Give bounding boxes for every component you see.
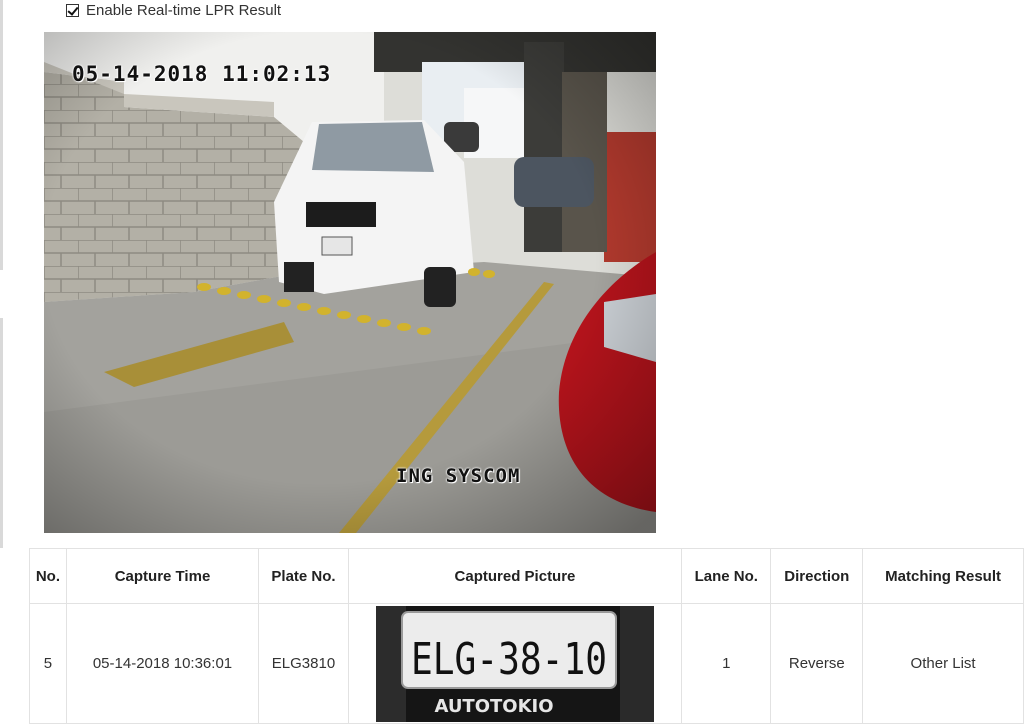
captured-plate-image[interactable]: ELG-38-10 AUTOTOKIO xyxy=(375,605,654,722)
cell-capture-time: 05-14-2018 10:36:01 xyxy=(65,603,260,724)
realtime-lpr-toggle[interactable]: Enable Real-time LPR Result xyxy=(66,1,281,19)
live-video-view[interactable]: 05-14-2018 11:02:13 ING SYSCOM xyxy=(44,32,656,533)
table-header-row: No. Capture Time Plate No. Captured Pict… xyxy=(29,548,1024,604)
column-header-matching-result: Matching Result xyxy=(862,548,1024,604)
camera-scene xyxy=(44,32,656,533)
cell-plate-no: ELG3810 xyxy=(258,603,349,724)
realtime-lpr-checkbox[interactable] xyxy=(66,3,79,17)
cell-direction: Reverse xyxy=(770,603,864,724)
column-header-captured-picture: Captured Picture xyxy=(347,548,683,604)
column-header-plate-no: Plate No. xyxy=(258,548,349,604)
plate-picture: ELG-38-10 AUTOTOKIO xyxy=(375,605,654,722)
column-header-no: No. xyxy=(29,548,67,604)
lpr-results-table: No. Capture Time Plate No. Captured Pict… xyxy=(29,548,1024,724)
left-divider xyxy=(0,318,3,548)
dealer-frame-text: AUTOTOKIO xyxy=(434,696,553,717)
cell-matching-result: Other List xyxy=(862,603,1024,724)
cell-lane-no: 1 xyxy=(681,603,772,724)
video-timestamp: 05-14-2018 11:02:13 xyxy=(72,62,332,86)
cell-captured-picture: ELG-38-10 AUTOTOKIO xyxy=(347,603,683,724)
realtime-lpr-label: Enable Real-time LPR Result xyxy=(86,1,282,19)
camera-name: ING SYSCOM xyxy=(396,465,521,487)
column-header-direction: Direction xyxy=(770,548,864,604)
table-row[interactable]: 5 05-14-2018 10:36:01 ELG3810 ELG-38-10 … xyxy=(29,603,1024,724)
column-header-capture-time: Capture Time xyxy=(65,548,260,604)
left-divider xyxy=(0,0,3,270)
cell-no: 5 xyxy=(29,603,67,724)
column-header-lane-no: Lane No. xyxy=(681,548,772,604)
plate-characters: ELG-38-10 xyxy=(411,634,607,685)
